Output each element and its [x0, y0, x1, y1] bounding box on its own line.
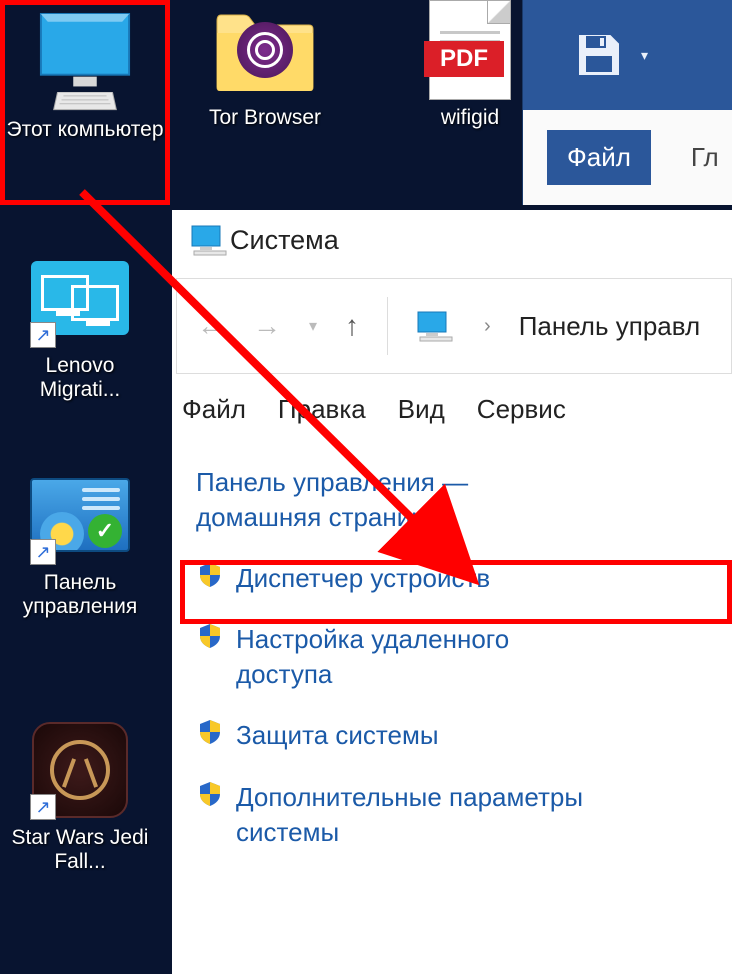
dropdown-icon[interactable]: ▾ — [641, 47, 648, 64]
computer-icon — [190, 224, 230, 256]
menu-service[interactable]: Сервис — [477, 394, 566, 425]
up-button[interactable]: ↑ — [345, 310, 359, 342]
desktop-icon-label: Tor Browser — [185, 106, 345, 130]
link-control-panel-home[interactable]: Панель управления — домашняя страница — [196, 465, 708, 535]
pdf-file-icon: PDF — [420, 0, 520, 100]
menu-edit[interactable]: Правка — [278, 394, 366, 425]
pdf-badge: PDF — [424, 41, 504, 77]
desktop-icon-tor[interactable]: Tor Browser — [185, 0, 345, 130]
game-icon: ↗ — [30, 720, 130, 820]
desktop-background: Этот компьютер Tor Browser PDF wifigid — [0, 0, 732, 974]
history-dropdown-icon[interactable]: ▾ — [309, 316, 317, 336]
word-window: ▾ Файл Гл — [522, 0, 732, 205]
link-system-protection[interactable]: Защита системы — [196, 718, 708, 753]
shortcut-arrow-icon: ↗ — [30, 539, 56, 565]
back-button: ← — [197, 310, 225, 342]
control-panel-icon: ✓ ↗ — [30, 465, 130, 565]
desktop-icon-control-panel[interactable]: ✓ ↗ Панель управления — [0, 465, 160, 619]
shield-icon — [196, 718, 224, 746]
desktop-icon-lenovo[interactable]: ↗ Lenovo Migrati... — [0, 248, 160, 402]
menu-bar: Файл Правка Вид Сервис — [172, 374, 732, 445]
desktop-icon-label: Панель управления — [0, 571, 160, 619]
window-title: Система — [172, 210, 732, 270]
window-title-text: Система — [230, 225, 339, 256]
shortcut-arrow-icon: ↗ — [30, 322, 56, 348]
breadcrumb-item[interactable]: Панель управл — [519, 311, 700, 342]
sidebar-links: Панель управления — домашняя страница Ди… — [172, 445, 732, 886]
link-advanced-system-settings[interactable]: Дополнительные параметры системы — [196, 780, 708, 850]
shield-icon — [196, 561, 224, 589]
folder-icon — [215, 0, 315, 100]
shield-icon — [196, 780, 224, 808]
desktop-icon-starwars[interactable]: ↗ Star Wars Jedi Fall... — [0, 720, 160, 874]
tor-icon — [237, 22, 293, 78]
computer-icon — [35, 12, 135, 112]
lenovo-icon: ↗ — [30, 248, 130, 348]
save-icon[interactable] — [571, 27, 627, 83]
menu-file[interactable]: Файл — [182, 394, 246, 425]
desktop-icon-label: Lenovo Migrati... — [0, 354, 160, 402]
tab-home[interactable]: Гл — [691, 142, 719, 173]
desktop-icon-label: Этот компьютер — [0, 118, 170, 142]
computer-icon[interactable] — [416, 310, 456, 342]
menu-view[interactable]: Вид — [398, 394, 445, 425]
shortcut-arrow-icon: ↗ — [30, 794, 56, 820]
desktop-icon-this-pc[interactable]: Этот компьютер — [0, 0, 170, 205]
link-device-manager[interactable]: Диспетчер устройств — [196, 561, 708, 596]
system-window: Система ← → ▾ ↑ › Панель управл Файл Пра… — [172, 210, 732, 974]
tab-file[interactable]: Файл — [547, 130, 651, 185]
shield-icon — [196, 622, 224, 650]
desktop-icon-label: Star Wars Jedi Fall... — [0, 826, 160, 874]
breadcrumb-separator-icon[interactable]: › — [484, 315, 491, 338]
divider — [387, 297, 388, 355]
forward-button: → — [253, 310, 281, 342]
navigation-bar: ← → ▾ ↑ › Панель управл — [176, 278, 732, 374]
link-remote-settings[interactable]: Настройка удаленного доступа — [196, 622, 708, 692]
